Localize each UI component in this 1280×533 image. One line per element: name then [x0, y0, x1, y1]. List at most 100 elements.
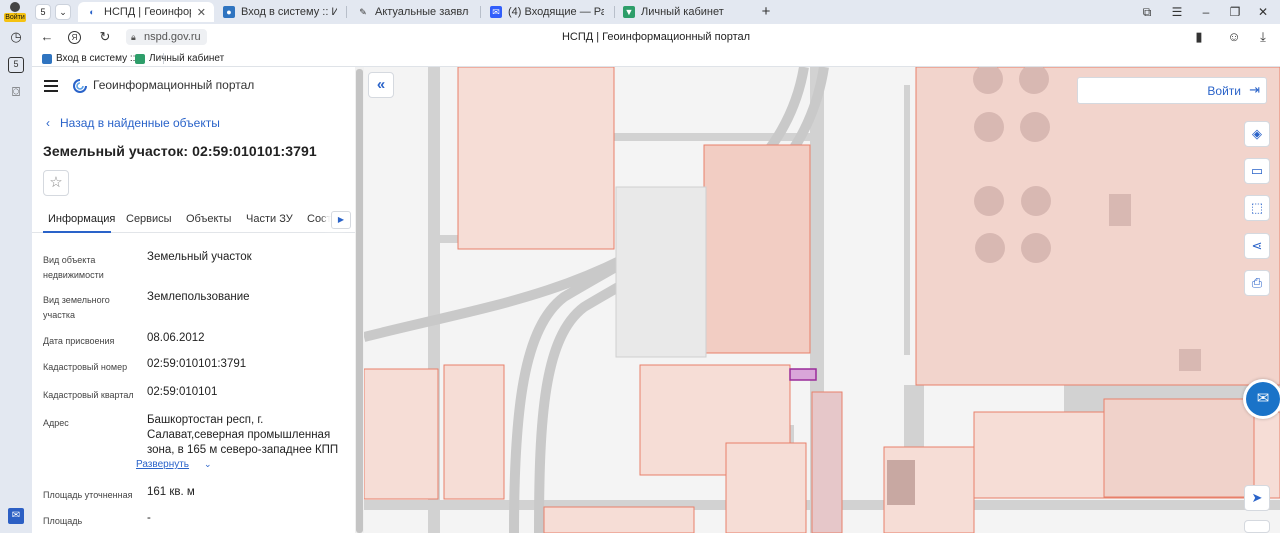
profile-button[interactable]: Войти	[4, 2, 26, 22]
globe-favicon-icon	[42, 53, 52, 64]
back-to-results-link[interactable]: ‹ Назад в найденные объекты	[46, 116, 220, 130]
info-value: 02:59:010101	[147, 386, 218, 398]
map-canvas[interactable]	[364, 67, 1280, 533]
expand-address-link[interactable]: Развернуть	[136, 459, 189, 470]
yandex-icon[interactable]: Я	[68, 31, 81, 44]
info-key: Площадь декларированная	[43, 516, 117, 533]
locate-icon[interactable]: ➤	[1244, 485, 1270, 511]
avatar	[10, 2, 20, 12]
tab-objects[interactable]: Объекты	[186, 213, 231, 225]
bookmark-cabinet[interactable]: Личный кабинет	[135, 52, 224, 65]
scrollbar-thumb[interactable]	[356, 69, 363, 533]
tab-title: Вход в систему :: Имущес	[241, 6, 337, 18]
info-value: Башкортостан респ, г. Салават,северная п…	[147, 414, 339, 456]
counter-badge-icon[interactable]: 5	[8, 57, 24, 73]
bookmark-label: Личный кабинет	[149, 53, 225, 64]
portal-name: Геоинформационный портал	[93, 78, 255, 92]
info-key: Вид земельного участка	[43, 295, 110, 320]
reload-icon[interactable]: ↻	[96, 28, 114, 46]
tab-collections-icon[interactable]: ⧉	[1138, 3, 1156, 21]
page-title: НСПД | Геоинформационный портал	[561, 31, 751, 43]
back-link-label: Назад в найденные объекты	[60, 116, 220, 130]
download-icon[interactable]: ⤓	[1254, 28, 1272, 46]
bookmarks-bar: Вход в систему :: Личный кабинет	[32, 50, 1280, 67]
browser-menu-icon[interactable]: ☰	[1168, 3, 1186, 21]
panel-scrollbar[interactable]	[355, 67, 364, 533]
url-field[interactable]: 🔒︎ nspd.gov.ru	[126, 29, 207, 45]
login-label: Войти	[1207, 84, 1241, 98]
profile-label: Войти	[4, 13, 26, 22]
info-tabs: Информация Сервисы Объекты Части ЗУ Сост…	[32, 205, 355, 233]
portal-logo-icon	[73, 79, 87, 93]
history-icon[interactable]: ◷	[8, 29, 24, 45]
tab-rambler-mail[interactable]: ✉ (4) Входящие — Рамблер	[482, 2, 612, 22]
tabs-scroll-right-icon[interactable]: ▶	[331, 211, 351, 229]
address-bar: НСПД | Геоинформационный портал ← Я ↻ 🔒︎…	[32, 24, 1280, 50]
tab-title: (4) Входящие — Рамблер	[508, 6, 604, 18]
cabinet-favicon-icon: ▼	[623, 6, 635, 18]
info-key: Адрес	[43, 418, 69, 428]
map-tool-partial-icon[interactable]	[1244, 520, 1270, 533]
tab-login[interactable]: ● Вход в систему :: Имущес	[215, 2, 345, 22]
favorite-star-icon[interactable]: ☆	[43, 170, 69, 196]
info-key: Кадастровый номер	[43, 362, 128, 372]
login-arrow-icon: ⇥	[1249, 82, 1260, 97]
lock-icon: 🔒︎	[131, 32, 136, 42]
print-icon[interactable]: ⎙	[1244, 270, 1270, 296]
ruler-icon[interactable]: ▭	[1244, 158, 1270, 184]
cabinet-favicon-icon	[135, 53, 145, 64]
bookmark-icon[interactable]: ▮	[1190, 28, 1208, 46]
tabs-menu-chevron-icon[interactable]: ⌄	[55, 4, 71, 20]
messages-icon[interactable]: ▭	[8, 528, 24, 533]
tab-nspd[interactable]: ◐ НСПД | Геоинформационн ✕	[78, 2, 214, 22]
info-key: Кадастровый квартал	[43, 390, 134, 400]
info-value: -	[147, 512, 151, 524]
login-button[interactable]: Войти ⇥	[1077, 77, 1267, 104]
tab-divider	[480, 6, 481, 18]
support-chat-button[interactable]: ✉	[1243, 379, 1280, 419]
applications-favicon-icon: ✎	[359, 7, 367, 17]
minimize-icon[interactable]: –	[1197, 3, 1215, 21]
tab-parts[interactable]: Части ЗУ	[246, 213, 293, 225]
extension-icon[interactable]: ☺	[1225, 28, 1243, 46]
select-area-icon[interactable]: ⬚	[1244, 195, 1270, 221]
bookmark-login[interactable]: Вход в систему ::	[42, 52, 135, 65]
browser-tabbar: Войти 5 ⌄ ◐ НСПД | Геоинформационн ✕ ● В…	[0, 0, 1280, 24]
tab-services[interactable]: Сервисы	[126, 213, 172, 225]
tab-applications[interactable]: ✎ Актуальные заявления	[349, 2, 477, 22]
tab-title: Актуальные заявления	[375, 6, 469, 18]
tab-title: Личный кабинет	[641, 6, 724, 18]
tab-information[interactable]: Информация	[48, 213, 115, 225]
url-text: nspd.gov.ru	[144, 31, 201, 43]
restore-icon[interactable]: ❐	[1226, 3, 1244, 21]
mail-icon[interactable]: ✉	[8, 508, 24, 524]
tab-counter-button[interactable]: 5	[35, 4, 51, 20]
camera-icon[interactable]: ⌼	[8, 84, 24, 100]
back-arrow-icon[interactable]: ←	[38, 28, 56, 46]
close-window-icon[interactable]: ✕	[1254, 3, 1272, 21]
info-value: Земельный участок	[147, 251, 252, 263]
cadastral-map[interactable]	[364, 67, 1280, 533]
chevron-down-icon[interactable]: ⌄	[204, 459, 212, 470]
tab-divider	[346, 6, 347, 18]
new-tab-plus-icon[interactable]: +	[757, 3, 775, 21]
info-key: Вид объекта недвижимости	[43, 255, 104, 280]
share-icon[interactable]: ⋖	[1244, 233, 1270, 259]
close-tab-icon[interactable]: ✕	[197, 6, 206, 19]
active-tab-indicator	[43, 231, 111, 233]
info-key: Дата присвоения	[43, 336, 115, 346]
info-value: 02:59:010101:3791	[147, 358, 247, 370]
layers-icon[interactable]: ◈	[1244, 121, 1270, 147]
tab-personal-cabinet[interactable]: ▼ Личный кабинет	[615, 2, 745, 22]
menu-hamburger-icon[interactable]	[44, 80, 58, 92]
info-key: Площадь уточненная	[43, 490, 133, 500]
selected-parcel[interactable]	[789, 368, 817, 381]
info-value: 08.06.2012	[147, 332, 205, 344]
info-value: 161 кв. м	[147, 486, 195, 498]
tab-title: НСПД | Геоинформационн	[104, 6, 191, 18]
bookmark-label: Вход в систему ::	[56, 53, 136, 64]
collapse-panel-icon[interactable]: «	[368, 72, 394, 98]
nspd-favicon-icon: ◐	[86, 6, 98, 18]
chat-icon: ✉	[1246, 382, 1280, 416]
browser-side-rail: ◷ 5 ⌼ ✉ ▭	[0, 24, 32, 533]
